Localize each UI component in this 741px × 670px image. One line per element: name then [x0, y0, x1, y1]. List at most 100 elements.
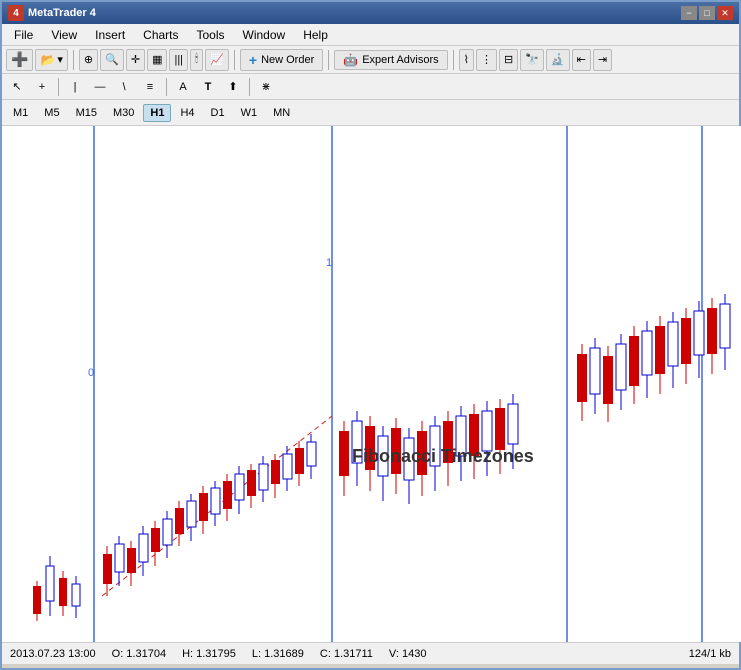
crosshair-icon: ✛: [131, 53, 140, 66]
line-chart-button[interactable]: 📈: [205, 49, 229, 71]
tf-h1[interactable]: H1: [143, 104, 171, 122]
separator-2: [234, 50, 235, 70]
drawing-toolbar: ↖ + | — / ≡ A T ⬆ ⋇: [2, 74, 739, 100]
new-order-icon: +: [249, 52, 257, 68]
app-icon: 4: [8, 5, 24, 21]
bar-chart-button[interactable]: |||: [169, 49, 188, 71]
channel-tool[interactable]: ≡: [139, 77, 161, 97]
chart-svg: 0 1: [2, 126, 741, 642]
line-chart-icon: 📈: [210, 53, 224, 66]
draw-sep-1: [58, 78, 59, 96]
window-controls: − □ ✕: [681, 6, 733, 20]
crosshair-button[interactable]: ✛: [126, 49, 145, 71]
new-order-button[interactable]: + New Order: [240, 49, 323, 71]
draw-sep-3: [249, 78, 250, 96]
text-tool[interactable]: A: [172, 77, 194, 97]
period-sep-button[interactable]: ⋮: [476, 49, 497, 71]
new-chart-icon: ➕: [11, 51, 28, 68]
draw-sep-2: [166, 78, 167, 96]
main-toolbar: ➕ 📂 ▾ ⊕ 🔍 ✛ ▦ ||| 🕯 📈 +: [2, 46, 739, 74]
label-tool[interactable]: T: [197, 77, 219, 97]
indicators-button[interactable]: ⌇: [459, 49, 474, 71]
status-date: 2013.07.23 13:00: [10, 648, 96, 660]
new-order-label: New Order: [261, 54, 314, 66]
hline-icon: —: [95, 81, 106, 93]
expert-label: Expert Advisors: [362, 54, 438, 66]
vline-icon: |: [74, 81, 77, 93]
menu-charts[interactable]: Charts: [135, 26, 186, 44]
menu-help[interactable]: Help: [295, 26, 336, 44]
tf-m1[interactable]: M1: [6, 104, 35, 122]
arrow-icon: ↖: [12, 80, 21, 93]
tf-d1[interactable]: D1: [204, 104, 232, 122]
menu-insert[interactable]: Insert: [87, 26, 133, 44]
period-icon: ⋮: [481, 53, 492, 66]
tf-m30[interactable]: M30: [106, 104, 141, 122]
crosshair-tool[interactable]: +: [31, 77, 53, 97]
zoom-out-chart-icon: 🔭: [525, 53, 539, 66]
expert-advisors-button[interactable]: 🤖 Expert Advisors: [334, 50, 447, 70]
chart-area[interactable]: 0 1: [2, 126, 741, 642]
channel-icon: ≡: [147, 81, 153, 93]
open-button[interactable]: 📂 ▾: [35, 49, 67, 71]
status-high: H: 1.31795: [182, 648, 236, 660]
scroll-right-icon: ⇥: [598, 53, 607, 66]
template-icon: ⊟: [504, 53, 513, 66]
tf-m15[interactable]: M15: [69, 104, 104, 122]
separator-1: [73, 50, 74, 70]
arrow-mark-icon: ⬆: [228, 80, 237, 93]
candle-button[interactable]: 🕯: [190, 49, 203, 71]
separator-3: [328, 50, 329, 70]
zoom-in-chart-icon: 🔬: [551, 53, 565, 66]
status-info: 124/1 kb: [689, 648, 731, 660]
cursor-button[interactable]: ⊕: [79, 49, 98, 71]
timeframe-toolbar: M1 M5 M15 M30 H1 H4 D1 W1 MN: [2, 100, 739, 126]
menu-window[interactable]: Window: [235, 26, 294, 44]
trendline-tool[interactable]: /: [114, 77, 136, 97]
label-icon: T: [205, 81, 212, 93]
maximize-button[interactable]: □: [699, 6, 715, 20]
close-button[interactable]: ✕: [717, 6, 733, 20]
text-icon: A: [179, 81, 186, 93]
candle-icon: 🕯: [195, 53, 198, 66]
horizontal-line-tool[interactable]: —: [89, 77, 111, 97]
open-icon: 📂: [40, 53, 55, 67]
svg-text:0: 0: [88, 367, 94, 379]
scroll-left-icon: ⇤: [577, 53, 586, 66]
tf-m5[interactable]: M5: [37, 104, 66, 122]
fibonacci-tool[interactable]: ⋇: [255, 77, 277, 97]
arrow-tool[interactable]: ↖: [6, 77, 28, 97]
open-dropdown-icon: ▾: [57, 53, 63, 66]
title-bar: 4 MetaTrader 4 − □ ✕: [2, 2, 739, 24]
scroll-left-button[interactable]: ⇤: [572, 49, 591, 71]
chart-type-icon: ▦: [152, 53, 162, 66]
status-open: O: 1.31704: [112, 648, 166, 660]
minimize-button[interactable]: −: [681, 6, 697, 20]
zoom-in-icon: 🔍: [105, 53, 119, 66]
tf-h4[interactable]: H4: [173, 104, 201, 122]
expert-icon: 🤖: [343, 53, 358, 67]
status-close: C: 1.31711: [320, 648, 373, 660]
fibonacci-label: Fibonacci Timezones: [352, 446, 534, 467]
window-title: MetaTrader 4: [28, 7, 96, 19]
bar-chart-icon: |||: [174, 54, 183, 66]
zoom-in-chart-button[interactable]: 🔬: [546, 49, 570, 71]
fib-icon: ⋇: [261, 80, 270, 93]
menu-tools[interactable]: Tools: [189, 26, 233, 44]
chart-type-button[interactable]: ▦: [147, 49, 167, 71]
menu-file[interactable]: File: [6, 26, 41, 44]
vertical-line-tool[interactable]: |: [64, 77, 86, 97]
arrow-mark-tool[interactable]: ⬆: [222, 77, 244, 97]
zoom-in-button[interactable]: 🔍: [100, 49, 124, 71]
menu-view[interactable]: View: [43, 26, 85, 44]
tf-mn[interactable]: MN: [266, 104, 297, 122]
svg-text:1: 1: [326, 257, 332, 269]
tf-w1[interactable]: W1: [234, 104, 265, 122]
trendline-icon: /: [121, 81, 130, 93]
scroll-right-button[interactable]: ⇥: [593, 49, 612, 71]
new-chart-button[interactable]: ➕: [6, 49, 33, 71]
template-button[interactable]: ⊟: [499, 49, 518, 71]
crosshair-draw-icon: +: [39, 81, 45, 93]
zoom-out-chart-button[interactable]: 🔭: [520, 49, 544, 71]
status-low: L: 1.31689: [252, 648, 304, 660]
